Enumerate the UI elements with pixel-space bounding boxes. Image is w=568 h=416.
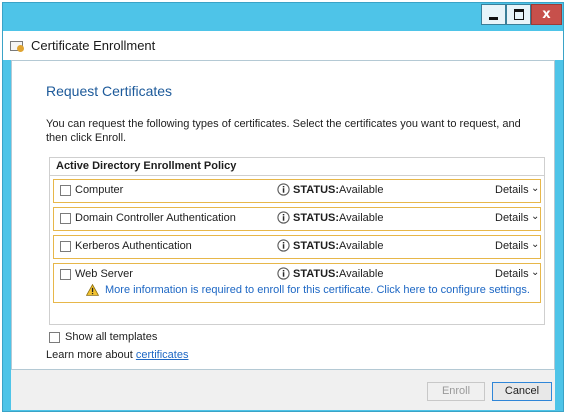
minimize-icon [489, 16, 498, 20]
status-label: STATUS: [293, 240, 340, 252]
chevron-down-icon[interactable]: ⌄ [531, 183, 539, 194]
status-label: STATUS: [293, 268, 340, 280]
certificate-name: Web Server [75, 268, 133, 280]
info-icon [277, 211, 290, 224]
details-link[interactable]: Details [495, 240, 529, 252]
status-value: Available [339, 212, 384, 224]
window-title: Certificate Enrollment [31, 38, 156, 53]
status-label: STATUS: [293, 184, 340, 196]
certificate-name: Computer [75, 184, 124, 196]
show-all-templates-label[interactable]: Show all templates [65, 331, 157, 343]
show-all-templates-checkbox[interactable] [49, 331, 60, 343]
maximize-button[interactable] [506, 4, 531, 25]
info-icon [277, 183, 290, 196]
show-all-templates-option[interactable]: Show all templates [49, 331, 157, 343]
certificate-row-kerberos-authentication[interactable]: Kerberos Authentication STATUS: Availabl… [53, 235, 541, 259]
status-label: STATUS: [293, 212, 340, 224]
configure-settings-warning[interactable]: More information is required to enroll f… [86, 284, 530, 296]
chevron-down-icon[interactable]: ⌄ [531, 267, 539, 278]
status-value: Available [339, 184, 384, 196]
certificate-checkbox[interactable] [60, 241, 71, 252]
close-icon: x [542, 7, 551, 22]
window-header: Certificate Enrollment [3, 31, 563, 60]
maximize-icon [513, 9, 524, 20]
certificate-checkbox[interactable] [60, 185, 71, 196]
configure-settings-link[interactable]: More information is required to enroll f… [105, 284, 530, 296]
details-link[interactable]: Details [495, 268, 529, 280]
details-link[interactable]: Details [495, 184, 529, 196]
warning-icon [86, 284, 99, 296]
status-value: Available [339, 268, 384, 280]
close-button[interactable]: x [531, 4, 562, 25]
certificate-checkbox[interactable] [60, 213, 71, 224]
minimize-button[interactable] [481, 4, 506, 25]
intro-text: You can request the following types of c… [46, 118, 521, 144]
policy-title: Active Directory Enrollment Policy [50, 158, 544, 176]
certificate-name: Domain Controller Authentication [75, 212, 236, 224]
info-icon [277, 267, 290, 280]
learn-more-prefix: Learn more about [46, 349, 133, 361]
content-panel: Request Certificates You can request the… [11, 60, 555, 370]
enroll-button[interactable]: Enroll [427, 382, 485, 401]
learn-more-text: Learn more about certificates [46, 349, 188, 361]
details-link[interactable]: Details [495, 212, 529, 224]
certificate-name: Kerberos Authentication [75, 240, 192, 252]
chevron-down-icon[interactable]: ⌄ [531, 239, 539, 250]
dialog-footer: Enroll Cancel [11, 370, 555, 410]
status-value: Available [339, 240, 384, 252]
certificates-link[interactable]: certificates [136, 349, 189, 361]
certificate-row-computer[interactable]: Computer STATUS: Available Details ⌄ [53, 179, 541, 203]
certificate-row-web-server[interactable]: Web Server STATUS: Available Details ⌄ M… [53, 263, 541, 303]
info-icon [277, 239, 290, 252]
enrollment-policy-panel: Active Directory Enrollment Policy Compu… [49, 157, 545, 325]
certificate-row-domain-controller-authentication[interactable]: Domain Controller Authentication STATUS:… [53, 207, 541, 231]
chevron-down-icon[interactable]: ⌄ [531, 211, 539, 222]
window-frame: x Certificate Enrollment Request Certifi… [2, 2, 564, 412]
certificate-checkbox[interactable] [60, 269, 71, 280]
cancel-button[interactable]: Cancel [492, 382, 552, 401]
certificate-icon [10, 40, 25, 52]
title-bar[interactable]: x [3, 3, 563, 31]
page-title: Request Certificates [46, 83, 173, 99]
